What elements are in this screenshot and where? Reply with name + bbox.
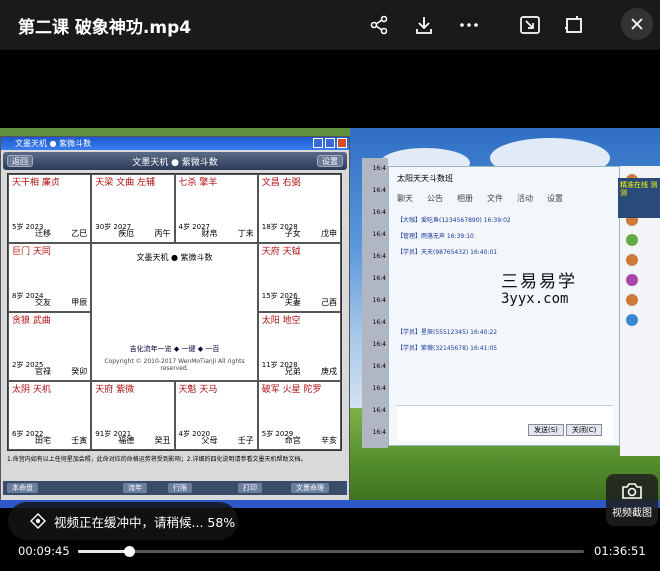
title-bar: 第二课 破象神功.mp4 [0, 0, 660, 50]
share-icon[interactable] [366, 12, 392, 38]
chart-center: 文墨天机 ● 紫微斗数 吉化流年一览 ◆ 一键 ◆ 一百 Copyright ©… [91, 243, 258, 381]
app-header-title: 文墨天机 ● 紫微斗数 [132, 158, 218, 168]
palace-cell[interactable]: 天梁 文曲 左辅 30岁 2027 疾厄 丙午 [91, 174, 175, 243]
current-time: 00:09:45 [18, 544, 70, 558]
watermark-url: 3yyx.com [501, 291, 569, 307]
settings-button[interactable]: 设置 [317, 155, 343, 167]
window-titlebar: 文墨天机 ● 紫微斗数 [1, 137, 349, 150]
chat-title: 太阳天天斗数班 [397, 174, 453, 183]
chat-message: 【学员】星辰(55512345) 16:40:22 [397, 329, 498, 336]
video-frame[interactable]: 16:4 16:4 16:4 16:4 16:4 16:4 16:4 16:4 16:4 16:4… [0, 128, 660, 508]
close-button[interactable] [621, 8, 653, 40]
palace-cell[interactable]: 天府 天钺 15岁 2026 夫妻 己酉 [257, 243, 341, 312]
maximize-icon[interactable] [325, 138, 335, 148]
snapshot-button[interactable]: 视频截图 [606, 474, 658, 526]
camera-icon [622, 482, 642, 499]
chat-tab[interactable]: 文件 [487, 193, 503, 204]
minimize-icon[interactable] [313, 138, 323, 148]
close-icon [631, 18, 643, 30]
palace-cell[interactable]: 天魁 天马 4岁 2020 父母 壬子 [174, 381, 258, 450]
palace-cell[interactable]: 贪狼 武曲 2岁 2025 官禄 癸卯 [8, 312, 92, 381]
chart-center-link[interactable]: 吉化流年一览 ◆ 一键 ◆ 一百 [92, 344, 257, 354]
palace-cell[interactable]: 太阴 天机 6岁 2022 田宅 壬寅 [8, 381, 92, 450]
palace-cell[interactable]: 破军 火星 陀罗 5岁 2029 命宫 辛亥 [257, 381, 341, 450]
window-close-icon[interactable] [337, 138, 347, 148]
palace-cell[interactable]: 天干相 廉贞 5岁 2023 迁移 乙巳 [8, 174, 92, 243]
pip-icon[interactable] [517, 12, 543, 38]
progress-thumb[interactable] [123, 546, 135, 557]
footer-button[interactable]: 打印 [238, 483, 262, 493]
chat-tab[interactable]: 聊天 [397, 193, 413, 204]
fullscreen-icon[interactable] [561, 12, 587, 38]
app-window: 文墨天机 ● 紫微斗数 返回 文墨天机 ● 紫微斗数 设置 天干相 廉贞 5岁 2… [0, 136, 350, 508]
chat-tab[interactable]: 设置 [547, 193, 563, 204]
buffering-icon [30, 513, 46, 529]
buffering-text: 视频正在缓冲中，请稍候... 58% [54, 514, 236, 530]
chat-tab[interactable]: 活动 [517, 193, 533, 204]
palace-cell[interactable]: 太阳 地空 11岁 2028 兄弟 庚戌 [257, 312, 341, 381]
footer-button[interactable]: 流年 [123, 483, 147, 493]
chart-center-title: 文墨天机 ● 紫微斗数 [136, 253, 213, 262]
app-header: 返回 文墨天机 ● 紫微斗数 设置 [3, 152, 347, 170]
chat-message: 【学员】紫薇(32145678) 16:41:05 [397, 345, 498, 352]
palace-cell[interactable]: 七杀 擎羊 4岁 2027 财帛 丁未 [174, 174, 258, 243]
close-chat-button[interactable]: 关闭(C) [566, 424, 603, 436]
side-time-list: 16:4 16:4 16:4 16:4 16:4 16:4 16:4 16:4 16:4 16:4… [362, 158, 388, 448]
footer-button[interactable]: 行限 [168, 483, 192, 493]
chart-footnote: 1.命宫内如有以上任何星加会照，此命对应的命格运势将受到影响；2.详细的四化说明… [7, 456, 307, 463]
astrology-chart: 天干相 廉贞 5岁 2023 迁移 乙巳 天梁 文曲 左辅 30岁 2027 疾厄 丙午 七… [7, 173, 342, 451]
chat-tab[interactable]: 公告 [427, 193, 443, 204]
chat-message: 【学员】天天(98765432) 16:40:01 [397, 249, 498, 256]
footer-button[interactable]: 本命盘 [7, 483, 38, 493]
window-title: 文墨天机 ● 紫微斗数 [15, 139, 92, 148]
chat-tabs: 聊天 公告 相册 文件 活动 设置 [397, 193, 563, 204]
footer-button[interactable]: 文墨命理 [291, 483, 329, 493]
chat-window: 太阳天天斗数班 聊天 公告 相册 文件 活动 设置 【大咖】爱吃鱼(123456… [388, 166, 620, 446]
send-button[interactable]: 发送(S) [528, 424, 564, 436]
total-time: 01:36:51 [594, 544, 646, 558]
download-icon[interactable] [411, 12, 437, 38]
palace-cell[interactable]: 天府 紫微 91岁 2021 福德 癸丑 [91, 381, 175, 450]
palace-cell[interactable]: 文昌 右弼 18岁 2028 子女 戊申 [257, 174, 341, 243]
played-bar [78, 550, 129, 553]
chat-tab[interactable]: 相册 [457, 193, 473, 204]
buffering-toast: 视频正在缓冲中，请稍候... 58% [8, 502, 238, 540]
chat-message: 【管理】雨落无声 16:39:10 [397, 233, 474, 240]
palace-cell[interactable]: 巨门 天同 8岁 2024 交友 甲辰 [8, 243, 92, 312]
progress-track[interactable] [78, 546, 584, 557]
watermark-text: 三易易学 [501, 272, 577, 292]
more-icon[interactable] [456, 12, 482, 38]
app-footer-bar: 本命盘 流年 行限 打印 文墨命理 [3, 481, 347, 495]
ad-banner[interactable]: 精准在线 测测 [618, 178, 660, 218]
chat-message: 【大咖】爱吃鱼(1234567890) 16:39:02 [397, 217, 511, 224]
video-title: 第二课 破象神功.mp4 [18, 18, 192, 38]
snapshot-label: 视频截图 [612, 507, 652, 519]
chart-copyright: Copyright © 2010-2017 WenMoTianJi All ri… [104, 358, 245, 372]
